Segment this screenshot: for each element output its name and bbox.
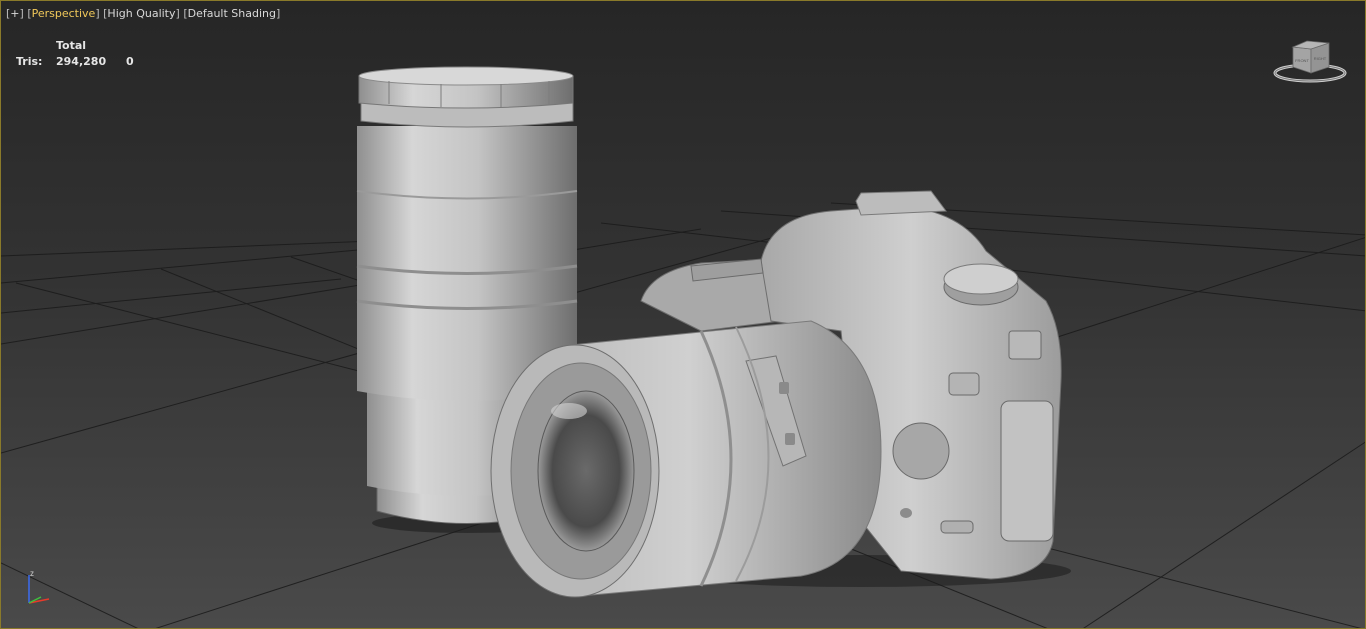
quality-menu[interactable]: High Quality bbox=[107, 7, 175, 20]
tris-selected-value: 0 bbox=[126, 55, 134, 68]
viewcube-icon[interactable]: FRONT RIGHT bbox=[1271, 37, 1351, 87]
tris-total-value: 294,280 bbox=[56, 55, 107, 68]
scene-canvas[interactable] bbox=[1, 1, 1366, 629]
view-point-menu[interactable]: Perspective bbox=[32, 7, 96, 20]
statistics-overlay: Total Tris: 294,280 0 bbox=[16, 38, 146, 70]
axis-tripod-icon: z bbox=[28, 569, 50, 604]
tris-label: Tris: bbox=[16, 55, 43, 68]
stats-header: Total bbox=[56, 39, 87, 52]
shading-menu[interactable]: Default Shading bbox=[188, 7, 276, 20]
bracket: ] bbox=[19, 7, 24, 20]
perspective-viewport[interactable]: [+] [Perspective] [High Quality] [Defaul… bbox=[0, 0, 1366, 629]
axis-z-label: z bbox=[30, 569, 34, 578]
viewcube-front-face[interactable]: FRONT bbox=[1295, 58, 1309, 63]
viewport-label: [+] [Perspective] [High Quality] [Defaul… bbox=[6, 7, 280, 20]
mounted-lens[interactable] bbox=[490, 320, 882, 598]
viewport-menu-plus[interactable]: + bbox=[10, 7, 19, 20]
bracket: ] bbox=[276, 7, 281, 20]
stats-tris-row: Tris: 294,280 0 bbox=[16, 54, 146, 70]
stats-header-row: Total bbox=[16, 38, 146, 54]
bracket: ] bbox=[95, 7, 100, 20]
bracket: ] bbox=[175, 7, 180, 20]
viewcube-right-face[interactable]: RIGHT bbox=[1314, 56, 1327, 61]
